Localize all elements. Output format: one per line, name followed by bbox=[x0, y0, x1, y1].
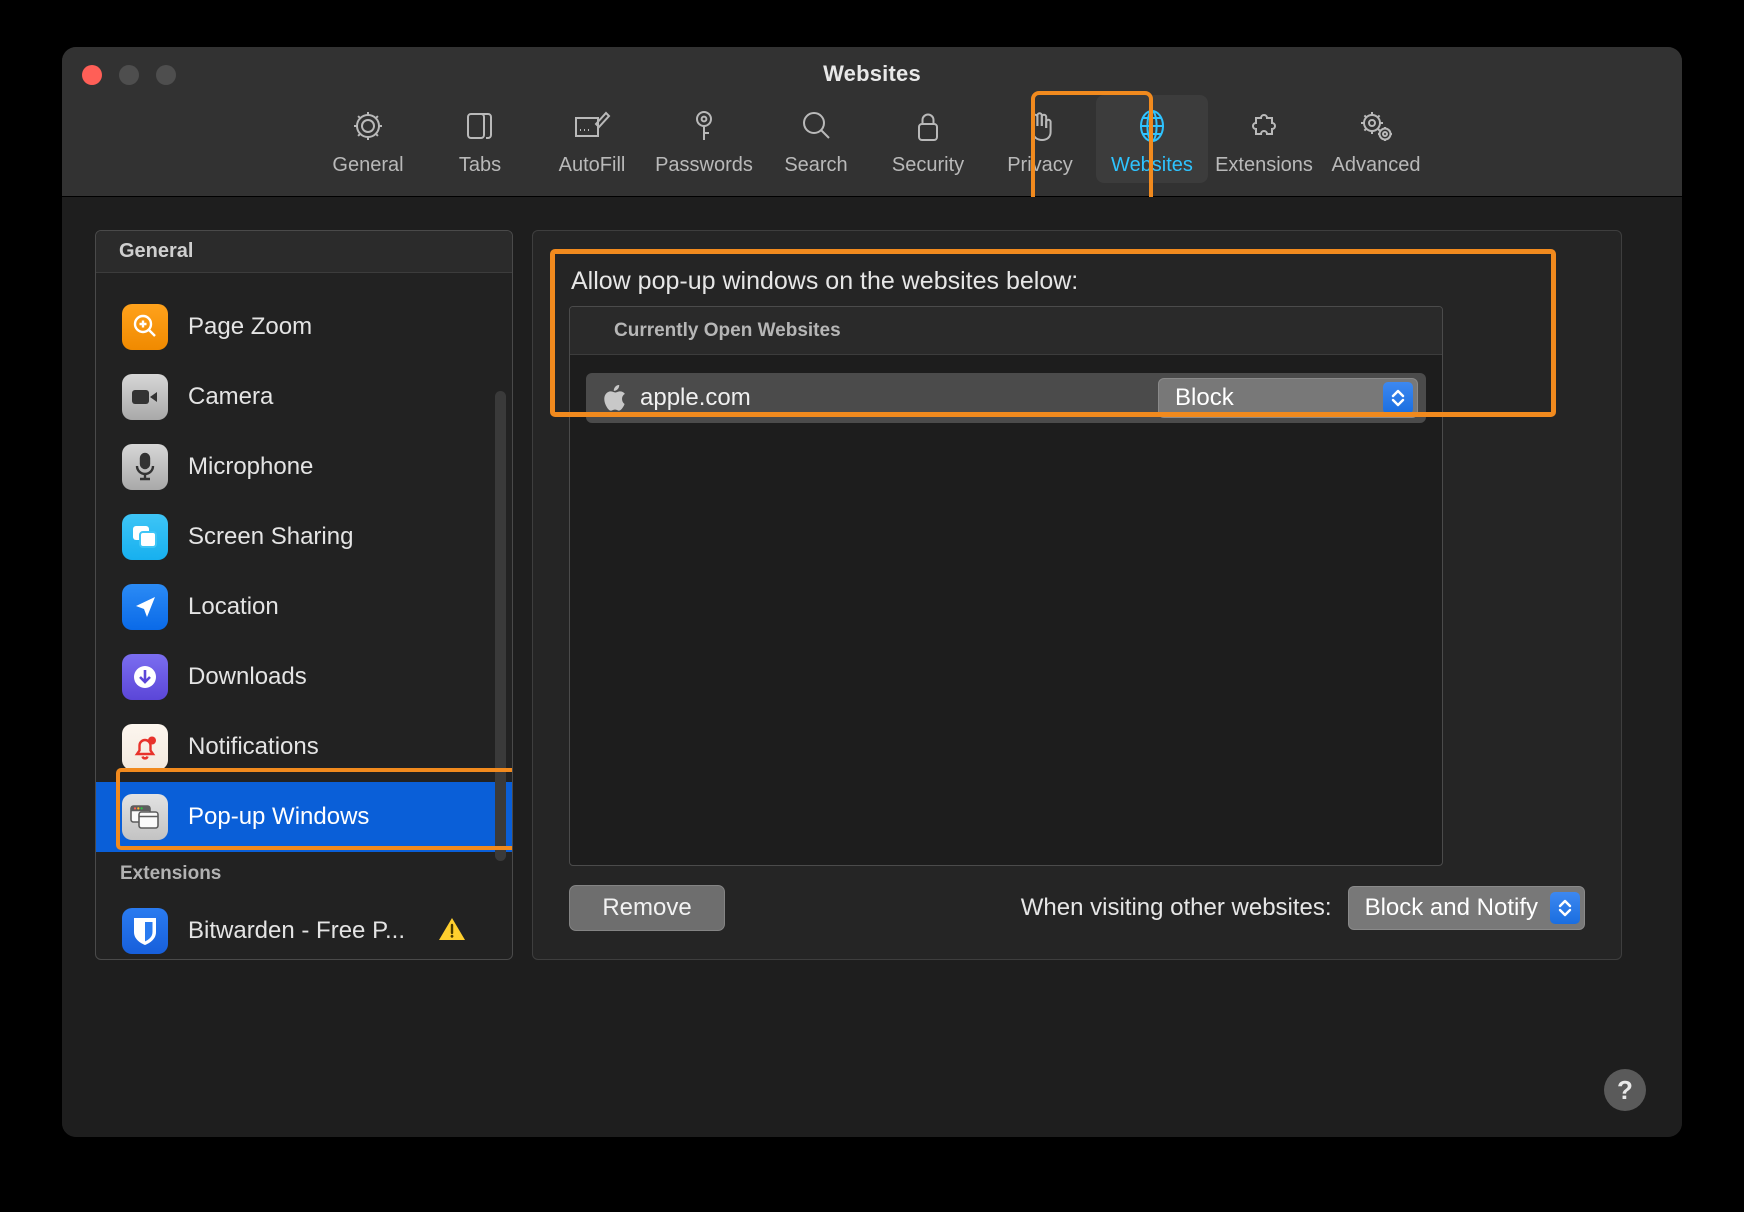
tab-label: Privacy bbox=[1007, 154, 1073, 177]
site-name-cell: apple.com bbox=[604, 384, 1158, 412]
sidebar-item-clipped bbox=[96, 274, 512, 292]
panel-title: Allow pop-up windows on the websites bel… bbox=[571, 267, 1078, 296]
sidebar-item-label: Notifications bbox=[188, 733, 319, 761]
other-websites-control: When visiting other websites: Block and … bbox=[1021, 886, 1585, 930]
site-setting-dropdown[interactable]: Block bbox=[1158, 378, 1418, 418]
screen-sharing-icon bbox=[122, 514, 168, 560]
tab-label: AutoFill bbox=[559, 154, 626, 177]
puzzle-icon bbox=[1242, 103, 1286, 149]
websites-list: Currently Open Websites apple.com bbox=[569, 306, 1443, 866]
remove-button[interactable]: Remove bbox=[569, 885, 725, 931]
bitwarden-icon bbox=[122, 908, 168, 954]
popup-windows-icon bbox=[122, 794, 168, 840]
table-row[interactable]: apple.com Block bbox=[586, 373, 1426, 423]
search-icon bbox=[796, 103, 836, 149]
lock-icon bbox=[908, 103, 948, 149]
apple-logo-icon bbox=[604, 385, 626, 411]
list-group-header: Currently Open Websites bbox=[570, 307, 1442, 355]
chevron-updown-icon[interactable] bbox=[1550, 892, 1580, 924]
tab-general[interactable]: General bbox=[312, 95, 424, 183]
tab-label: General bbox=[332, 154, 403, 177]
window-title: Websites bbox=[62, 61, 1682, 87]
help-button[interactable]: ? bbox=[1604, 1069, 1646, 1111]
microphone-icon bbox=[122, 444, 168, 490]
other-websites-value: Block and Notify bbox=[1365, 894, 1538, 922]
tab-label: Passwords bbox=[655, 154, 753, 177]
sidebar-item-screen-sharing[interactable]: Screen Sharing bbox=[96, 502, 512, 572]
warning-icon bbox=[437, 915, 467, 948]
tab-websites[interactable]: Websites bbox=[1096, 95, 1208, 183]
popup-windows-panel: Allow pop-up windows on the websites bel… bbox=[532, 230, 1622, 960]
site-domain: apple.com bbox=[640, 384, 751, 412]
sidebar-item-label: Pop-up Windows bbox=[188, 803, 369, 831]
sidebar-item-label: Location bbox=[188, 593, 279, 621]
page-zoom-icon bbox=[122, 304, 168, 350]
tabs-icon bbox=[460, 103, 500, 149]
tab-label: Advanced bbox=[1332, 154, 1421, 177]
key-icon bbox=[684, 103, 724, 149]
hand-icon bbox=[1020, 103, 1060, 149]
preferences-toolbar: General Tabs bbox=[62, 95, 1682, 183]
gear-icon bbox=[348, 103, 388, 149]
sidebar-item-notifications[interactable]: Notifications bbox=[96, 712, 512, 782]
downloads-icon bbox=[122, 654, 168, 700]
sidebar-item-page-zoom[interactable]: Page Zoom bbox=[96, 292, 512, 362]
sidebar-item-label: Bitwarden - Free P... bbox=[188, 917, 405, 945]
sidebar-item-bitwarden[interactable]: Bitwarden - Free P... bbox=[96, 896, 512, 959]
sidebar-scroll-area[interactable]: Page Zoom Camera bbox=[96, 274, 512, 959]
panel-footer: Remove When visiting other websites: Blo… bbox=[569, 885, 1585, 931]
sidebar-item-label: Page Zoom bbox=[188, 313, 312, 341]
tab-label: Security bbox=[892, 154, 964, 177]
tab-tabs[interactable]: Tabs bbox=[424, 95, 536, 183]
tab-advanced[interactable]: Advanced bbox=[1320, 95, 1432, 183]
tab-label: Tabs bbox=[459, 154, 501, 177]
location-icon bbox=[122, 584, 168, 630]
tab-label: Extensions bbox=[1215, 154, 1313, 177]
sidebar-list: Page Zoom Camera bbox=[96, 274, 512, 959]
tab-security[interactable]: Security bbox=[872, 95, 984, 183]
sidebar-item-downloads[interactable]: Downloads bbox=[96, 642, 512, 712]
sidebar-group-general: General bbox=[96, 231, 512, 273]
tab-extensions[interactable]: Extensions bbox=[1208, 95, 1320, 183]
chevron-updown-icon[interactable] bbox=[1383, 382, 1413, 414]
globe-icon bbox=[1132, 103, 1172, 149]
other-websites-dropdown[interactable]: Block and Notify bbox=[1348, 886, 1585, 930]
window-titlebar: Websites General bbox=[62, 47, 1682, 197]
sidebar-item-label: Camera bbox=[188, 383, 273, 411]
preferences-body: General bbox=[62, 197, 1682, 1137]
preferences-window: Websites General bbox=[62, 47, 1682, 1137]
websites-sidebar: General bbox=[95, 230, 513, 960]
site-setting-value: Block bbox=[1175, 384, 1234, 412]
tab-passwords[interactable]: Passwords bbox=[648, 95, 760, 183]
camera-icon bbox=[122, 374, 168, 420]
sidebar-item-label: Screen Sharing bbox=[188, 523, 353, 551]
sidebar-item-popup-windows[interactable]: Pop-up Windows bbox=[96, 782, 512, 852]
gears-icon bbox=[1354, 103, 1398, 149]
sidebar-group-extensions: Extensions bbox=[96, 852, 512, 896]
tab-search[interactable]: Search bbox=[760, 95, 872, 183]
other-websites-label: When visiting other websites: bbox=[1021, 894, 1332, 922]
sidebar-item-location[interactable]: Location bbox=[96, 572, 512, 642]
autofill-icon bbox=[570, 103, 614, 149]
tab-label: Websites bbox=[1111, 154, 1193, 177]
screenshot-root: Websites General bbox=[0, 0, 1744, 1212]
tab-label: Search bbox=[784, 154, 847, 177]
tab-autofill[interactable]: AutoFill bbox=[536, 95, 648, 183]
sidebar-item-camera[interactable]: Camera bbox=[96, 362, 512, 432]
tab-privacy[interactable]: Privacy bbox=[984, 95, 1096, 183]
sidebar-item-label: Downloads bbox=[188, 663, 307, 691]
notifications-icon bbox=[122, 724, 168, 770]
sidebar-item-label: Microphone bbox=[188, 453, 313, 481]
sidebar-item-microphone[interactable]: Microphone bbox=[96, 432, 512, 502]
sidebar-scrollbar[interactable] bbox=[495, 391, 506, 861]
